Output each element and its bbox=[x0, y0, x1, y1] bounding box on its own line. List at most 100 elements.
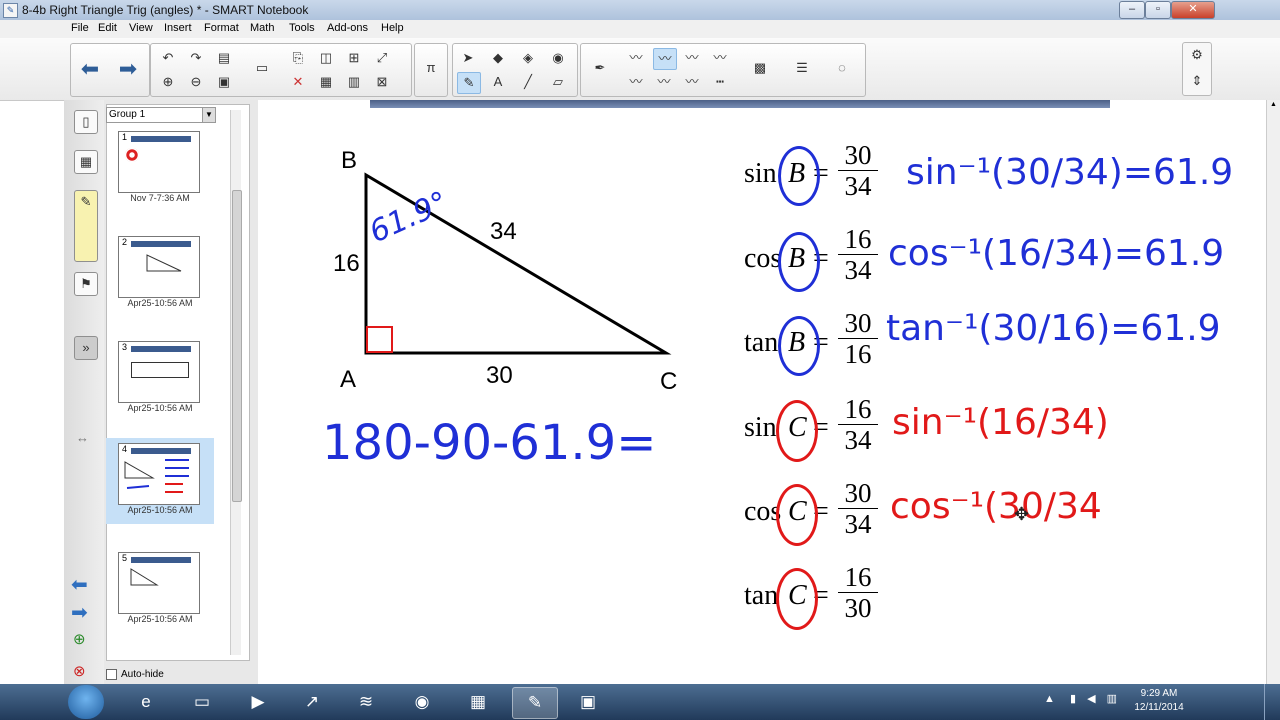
stock-app-icon[interactable]: ↗ bbox=[290, 687, 334, 717]
add-page-sidebar-icon[interactable]: ⊕ bbox=[73, 630, 86, 648]
forward-arrow-icon[interactable]: ➡ bbox=[111, 49, 145, 89]
menu-math[interactable]: Math bbox=[250, 22, 274, 34]
properties-tab-icon[interactable]: ⚑ bbox=[74, 272, 98, 296]
resize-handle-icon[interactable]: ↔ bbox=[76, 430, 89, 445]
select-arrow-icon[interactable]: ➤ bbox=[457, 48, 479, 68]
screen-capture-icon[interactable]: ◫ bbox=[315, 48, 337, 68]
document-camera-taskbar-icon[interactable]: ▣ bbox=[566, 687, 610, 717]
scroll-up-icon[interactable]: ▲ bbox=[1268, 101, 1279, 113]
page-thumbnail-5[interactable]: 5 Apr25-10:56 AM bbox=[106, 547, 214, 633]
canvas-scrollbar[interactable]: ▲ bbox=[1266, 100, 1280, 684]
denominator: 16 bbox=[838, 338, 878, 369]
line-icon[interactable]: ╱ bbox=[517, 72, 539, 92]
gallery-tab-icon[interactable]: ▦ bbox=[74, 150, 98, 174]
maximize-button[interactable]: ▫ bbox=[1145, 1, 1171, 19]
menu-file[interactable]: File bbox=[71, 22, 89, 34]
circle-ink bbox=[776, 484, 818, 546]
delete-icon[interactable]: ✕ bbox=[287, 72, 309, 92]
menu-format[interactable]: Format bbox=[204, 22, 239, 34]
back-arrow-icon[interactable]: ⬅ bbox=[73, 49, 107, 89]
line-style-icon[interactable]: ☰ bbox=[791, 58, 813, 78]
delete-page-icon[interactable]: ⊖ bbox=[185, 72, 207, 92]
pen-style-yellow-icon[interactable]: 〰 bbox=[653, 72, 675, 92]
pen-style-dashed-icon[interactable]: ┅ bbox=[709, 72, 731, 92]
pen-style-blue-icon[interactable]: 〰 bbox=[653, 48, 677, 70]
close-file-icon[interactable]: ⊠ bbox=[371, 72, 393, 92]
pen-style-black-icon[interactable]: 〰 bbox=[625, 48, 647, 68]
shapes-icon[interactable]: ◆ bbox=[487, 48, 509, 68]
pen-style-pink-icon[interactable]: 〰 bbox=[681, 72, 703, 92]
thumbnail-image: 2 bbox=[118, 236, 200, 298]
toolbar: ⬅ ➡ ↶ ↷ ▤ ⊕ ⊖ ▣ ▭ ⎘ ◫ ⊞ ⤢ ✕ ▦ ▥ ⊠ π ➤ ◆ … bbox=[0, 38, 1280, 101]
page-thumbnail-2[interactable]: 2 Apr25-10:56 AM bbox=[106, 231, 214, 317]
delete-page-sidebar-icon[interactable]: ⊗ bbox=[73, 662, 86, 680]
fullscreen-icon[interactable]: ⤢ bbox=[371, 48, 393, 68]
internet-explorer-icon[interactable]: e bbox=[124, 687, 168, 717]
table-icon[interactable]: ▦ bbox=[315, 72, 337, 92]
menu-view[interactable]: View bbox=[129, 22, 153, 34]
screen-shade-icon[interactable]: ▭ bbox=[251, 58, 273, 78]
start-button[interactable] bbox=[68, 685, 104, 719]
volume-icon[interactable]: ◀ bbox=[1087, 693, 1095, 705]
checkbox-icon[interactable] bbox=[106, 669, 117, 680]
page-thumbnail-3[interactable]: 3 Apr25-10:56 AM bbox=[106, 336, 214, 422]
document-camera-icon[interactable]: ⊞ bbox=[343, 48, 365, 68]
page-thumbnail-4[interactable]: 4 Apr25-10:56 AM bbox=[106, 438, 214, 524]
attachments-tab-icon[interactable]: ✎ bbox=[74, 190, 98, 262]
chrome-icon[interactable]: ◉ bbox=[400, 687, 444, 717]
move-toolbar-icon[interactable]: ⇕ bbox=[1186, 71, 1208, 91]
clock[interactable]: 9:29 AM 12/11/2014 bbox=[1126, 687, 1192, 715]
side-bc-label: 34 bbox=[490, 218, 517, 245]
smart-notebook-taskbar-icon[interactable]: ✎ bbox=[512, 687, 558, 719]
numerator: 30 bbox=[844, 308, 872, 338]
redo-icon[interactable]: ↷ bbox=[185, 48, 207, 68]
paste-icon[interactable]: ⎘ bbox=[287, 48, 309, 68]
transparency-icon[interactable]: ◌ bbox=[831, 58, 853, 78]
math-tools-icon[interactable]: π bbox=[420, 58, 442, 78]
next-page-icon[interactable]: ➡ bbox=[71, 600, 88, 625]
text-icon[interactable]: A bbox=[487, 72, 509, 92]
pen-style-red-icon[interactable]: 〰 bbox=[625, 72, 647, 92]
minimize-button[interactable]: – bbox=[1119, 1, 1145, 19]
menu-edit[interactable]: Edit bbox=[98, 22, 117, 34]
prev-page-icon[interactable]: ⬅ bbox=[71, 572, 88, 597]
pen-style-group: ✒ 〰 〰 〰 〰 〰 〰 〰 ┅ ▩ ☰ ◌ bbox=[580, 43, 866, 97]
menu-insert[interactable]: Insert bbox=[164, 22, 192, 34]
wifi-app-icon[interactable]: ≋ bbox=[344, 687, 388, 717]
network-icon[interactable]: ▥ bbox=[1107, 693, 1117, 705]
open-icon[interactable]: ▤ bbox=[213, 48, 235, 68]
tray-expand-icon[interactable]: ▲ bbox=[1044, 693, 1055, 705]
properties-icon[interactable]: ▥ bbox=[343, 72, 365, 92]
calculator-icon[interactable]: ▦ bbox=[456, 687, 500, 717]
menu-help[interactable]: Help bbox=[381, 22, 404, 34]
pen-style-purple-icon[interactable]: 〰 bbox=[709, 48, 731, 68]
battery-icon[interactable]: ▮ bbox=[1070, 693, 1076, 705]
page-sorter-tab-icon[interactable]: ▯ bbox=[74, 110, 98, 134]
menu-tools[interactable]: Tools bbox=[289, 22, 315, 34]
fill-icon[interactable]: ◉ bbox=[547, 48, 569, 68]
close-button[interactable]: ✕ bbox=[1171, 1, 1215, 19]
pen-icon[interactable]: ✒ bbox=[589, 58, 611, 78]
pens-icon[interactable]: ✎ bbox=[457, 72, 481, 94]
undo-icon[interactable]: ↶ bbox=[157, 48, 179, 68]
whiteboard-canvas[interactable]: B A C 16 34 30 61.9° 180-90-61.9= sin B … bbox=[258, 100, 1266, 684]
collapse-sidebar-icon[interactable]: » bbox=[74, 336, 98, 360]
sidebar-scroll-thumb[interactable] bbox=[232, 190, 242, 502]
autohide-checkbox[interactable]: Auto-hide bbox=[106, 669, 164, 680]
color-palette-icon[interactable]: ▩ bbox=[749, 58, 771, 78]
eraser-icon[interactable]: ◈ bbox=[517, 48, 539, 68]
file-explorer-icon[interactable]: ▭ bbox=[180, 687, 224, 717]
sidebar-scrollbar[interactable] bbox=[230, 110, 242, 655]
menu-addons[interactable]: Add-ons bbox=[327, 22, 368, 34]
save-icon[interactable]: ▣ bbox=[213, 72, 235, 92]
thumbnail-image: 1 bbox=[118, 131, 200, 193]
media-player-icon[interactable]: ▶ bbox=[236, 687, 280, 717]
pen-style-green-icon[interactable]: 〰 bbox=[681, 48, 703, 68]
settings-gear-icon[interactable]: ⚙ bbox=[1186, 45, 1208, 65]
show-desktop-button[interactable] bbox=[1264, 684, 1279, 720]
group-select[interactable]: Group 1 ▼ bbox=[106, 107, 216, 123]
page-thumbnail-1[interactable]: 1 Nov 7-7:36 AM bbox=[106, 126, 214, 212]
trig-func: sin bbox=[744, 158, 777, 189]
eraser-tool-icon[interactable]: ▱ bbox=[547, 72, 569, 92]
add-page-icon[interactable]: ⊕ bbox=[157, 72, 179, 92]
